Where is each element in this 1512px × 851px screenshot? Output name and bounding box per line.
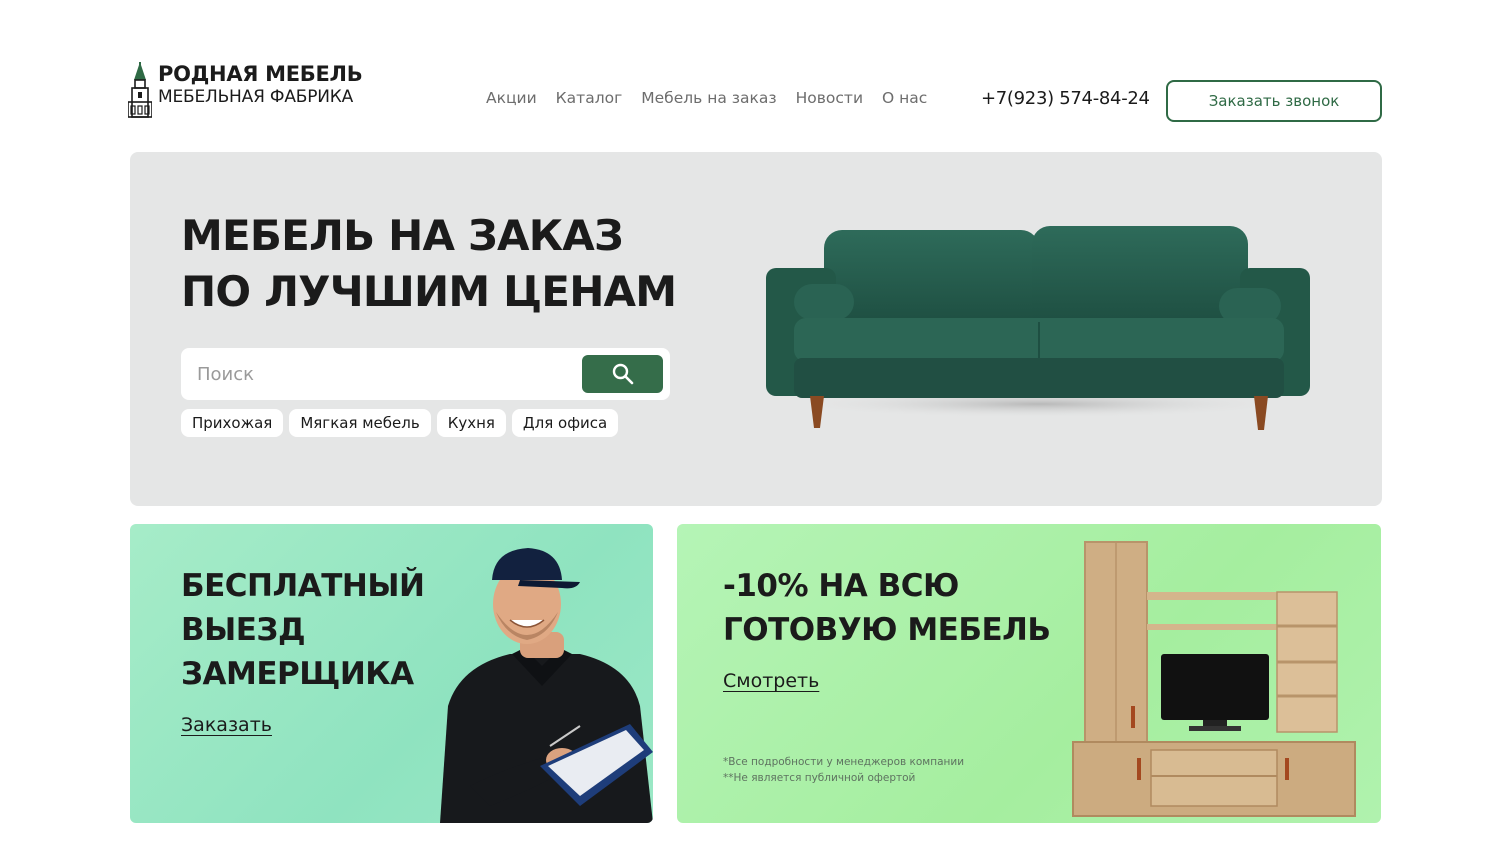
promo-title-line: БЕСПЛАТНЫЙ bbox=[181, 568, 425, 604]
chip-upholstered-furniture[interactable]: Мягкая мебель bbox=[289, 409, 431, 437]
hero-title: МЕБЕЛЬ НА ЗАКАЗ ПО ЛУЧШИМ ЦЕНАМ bbox=[181, 208, 677, 320]
search-icon bbox=[612, 363, 633, 385]
hero-banner: МЕБЕЛЬ НА ЗАКАЗ ПО ЛУЧШИМ ЦЕНАМ Прихожая… bbox=[130, 152, 1382, 506]
nav-item-catalog[interactable]: Каталог bbox=[556, 89, 623, 107]
search-input[interactable] bbox=[181, 348, 581, 400]
phone-number[interactable]: +7(923) 574-84-24 bbox=[981, 88, 1150, 109]
brand-name: РОДНАЯ МЕБЕЛЬ bbox=[158, 62, 363, 86]
sofa-image bbox=[766, 226, 1310, 430]
worker-photo bbox=[440, 548, 653, 823]
nav-item-about[interactable]: О нас bbox=[882, 89, 927, 107]
nav-item-custom-furniture[interactable]: Мебель на заказ bbox=[641, 89, 776, 107]
order-link[interactable]: Заказать bbox=[181, 714, 272, 736]
hero-title-line: МЕБЕЛЬ НА ЗАКАЗ bbox=[181, 211, 624, 260]
hero-title-line: ПО ЛУЧШИМ ЦЕНАМ bbox=[181, 267, 677, 316]
nav-item-news[interactable]: Новости bbox=[796, 89, 863, 107]
search-bar bbox=[181, 348, 670, 400]
promo-card-discount: -10% НА ВСЮ ГОТОВУЮ МЕБЕЛЬ Смотреть *Все… bbox=[677, 524, 1381, 823]
disclaimer-line: **Не является публичной офертой bbox=[723, 772, 916, 784]
chip-office[interactable]: Для офиса bbox=[511, 409, 619, 437]
chip-kitchen[interactable]: Кухня bbox=[436, 409, 506, 437]
category-chips: Прихожая Мягкая мебель Кухня Для офиса bbox=[181, 409, 619, 437]
search-button[interactable] bbox=[582, 355, 663, 393]
main-nav: Акции Каталог Мебель на заказ Новости О … bbox=[486, 89, 927, 107]
promo-card-free-measurer: БЕСПЛАТНЫЙ ВЫЕЗД ЗАМЕРЩИКА Заказать bbox=[130, 524, 653, 823]
brand-logo[interactable]: РОДНАЯ МЕБЕЛЬ МЕБЕЛЬНАЯ ФАБРИКА bbox=[128, 62, 363, 118]
request-call-button[interactable]: Заказать звонок bbox=[1166, 80, 1382, 122]
promo-title: -10% НА ВСЮ ГОТОВУЮ МЕБЕЛЬ bbox=[723, 564, 1051, 652]
view-link[interactable]: Смотреть bbox=[723, 670, 819, 692]
promo-title-line: ЗАМЕРЩИКА bbox=[181, 656, 414, 692]
church-tower-icon bbox=[128, 62, 152, 118]
site-header: РОДНАЯ МЕБЕЛЬ МЕБЕЛЬНАЯ ФАБРИКА Акции Ка… bbox=[0, 0, 1512, 152]
brand-tagline: МЕБЕЛЬНАЯ ФАБРИКА bbox=[158, 87, 354, 107]
nav-item-promotions[interactable]: Акции bbox=[486, 89, 537, 107]
promo-title-line: ГОТОВУЮ МЕБЕЛЬ bbox=[723, 612, 1051, 648]
promo-title-line: -10% НА ВСЮ bbox=[723, 568, 959, 604]
disclaimer: *Все подробности у менеджеров компании *… bbox=[723, 754, 964, 786]
promo-title: БЕСПЛАТНЫЙ ВЫЕЗД ЗАМЕРЩИКА bbox=[181, 564, 425, 696]
tv-cabinet-photo bbox=[1072, 541, 1356, 817]
disclaimer-line: *Все подробности у менеджеров компании bbox=[723, 756, 965, 768]
chip-hallway[interactable]: Прихожая bbox=[181, 409, 284, 437]
promo-title-line: ВЫЕЗД bbox=[181, 612, 306, 648]
